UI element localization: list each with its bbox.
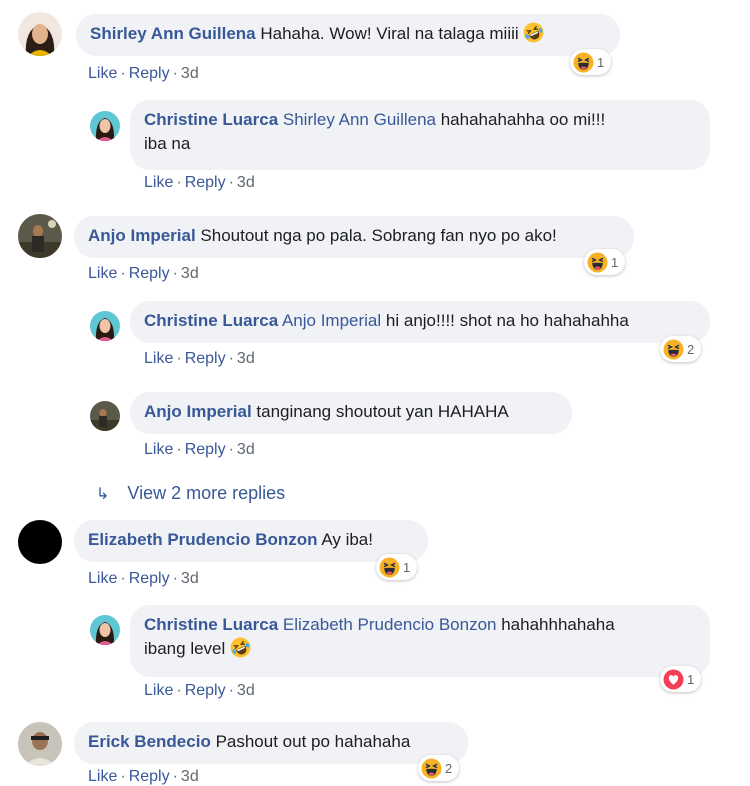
comment-author[interactable]: Elizabeth Prudencio Bonzon xyxy=(88,530,318,549)
like-button[interactable]: Like xyxy=(88,768,117,785)
reply-button[interactable]: Reply xyxy=(129,265,170,282)
comment-author[interactable]: Anjo Imperial xyxy=(88,226,196,245)
reaction-count[interactable]: 1 xyxy=(570,49,612,75)
reaction-count[interactable]: 2 xyxy=(418,755,460,781)
rofl-emoji-icon xyxy=(523,22,545,43)
comment-text: Pashout out po hahahaha xyxy=(215,732,411,751)
like-button[interactable]: Like xyxy=(144,441,173,458)
profile-photo xyxy=(18,214,62,258)
reply-button[interactable]: Reply xyxy=(185,350,226,367)
reaction-number: 1 xyxy=(611,254,619,270)
haha-reaction-icon xyxy=(421,757,442,779)
comment-bubble: Anjo Imperial Shoutout nga po pala. Sobr… xyxy=(74,216,634,258)
comment-author[interactable]: Christine Luarca xyxy=(144,311,278,330)
haha-reaction-icon xyxy=(573,51,594,73)
comment-text: Shoutout nga po pala. Sobrang fan nyo po… xyxy=(200,226,557,245)
profile-photo xyxy=(90,111,120,141)
haha-reaction-icon xyxy=(663,338,684,360)
reaction-number: 1 xyxy=(597,54,605,70)
reply-button[interactable]: Reply xyxy=(185,441,226,458)
comment-actions: Like · Reply · 3d xyxy=(88,570,199,587)
comment-text: hahahhhahaha xyxy=(501,615,615,634)
comment-author[interactable]: Christine Luarca xyxy=(144,110,278,129)
reply-button[interactable]: Reply xyxy=(129,65,170,82)
comment-bubble: Erick Bendecio Pashout out po hahahaha xyxy=(74,722,468,764)
timestamp[interactable]: 3d xyxy=(237,350,255,367)
reaction-count[interactable]: 2 xyxy=(660,336,702,362)
haha-reaction-icon xyxy=(587,251,608,273)
comment-actions: Like · Reply · 3d xyxy=(144,174,255,191)
rofl-emoji-icon xyxy=(230,637,252,658)
comment-actions: Like · Reply · 3d xyxy=(88,265,199,282)
mention-link[interactable]: Anjo Imperial xyxy=(282,311,381,330)
profile-photo xyxy=(90,401,120,431)
view-more-replies-link[interactable]: ↳ View 2 more replies xyxy=(96,483,285,504)
reaction-count[interactable]: 1 xyxy=(376,554,418,580)
avatar[interactable] xyxy=(90,401,120,431)
reply-button[interactable]: Reply xyxy=(185,682,226,699)
comment-author[interactable]: Shirley Ann Guillena xyxy=(90,24,256,43)
reply-button[interactable]: Reply xyxy=(185,174,226,191)
profile-photo xyxy=(18,12,62,56)
timestamp[interactable]: 3d xyxy=(181,265,199,282)
reaction-number: 1 xyxy=(403,559,411,575)
avatar[interactable] xyxy=(18,722,62,766)
like-button[interactable]: Like xyxy=(144,350,173,367)
like-button[interactable]: Like xyxy=(88,65,117,82)
mention-link[interactable]: Elizabeth Prudencio Bonzon xyxy=(283,615,497,634)
comment-author[interactable]: Christine Luarca xyxy=(144,615,278,634)
comment-text: ibang level xyxy=(144,639,226,658)
mention-link[interactable]: Shirley Ann Guillena xyxy=(283,110,436,129)
timestamp[interactable]: 3d xyxy=(237,682,255,699)
like-button[interactable]: Like xyxy=(144,174,173,191)
like-button[interactable]: Like xyxy=(88,570,117,587)
love-reaction-icon xyxy=(663,669,684,689)
timestamp[interactable]: 3d xyxy=(181,768,199,785)
like-button[interactable]: Like xyxy=(88,265,117,282)
reply-button[interactable]: Reply xyxy=(129,570,170,587)
avatar[interactable] xyxy=(90,615,120,645)
reaction-number: 1 xyxy=(687,671,695,687)
reaction-number: 2 xyxy=(445,760,453,776)
avatar[interactable] xyxy=(18,520,62,564)
comment-bubble: Elizabeth Prudencio Bonzon Ay iba! xyxy=(74,520,428,562)
reaction-count[interactable]: 1 xyxy=(660,666,702,692)
comment-text: tanginang shoutout yan HAHAHA xyxy=(256,402,509,421)
comment-text: hahahahahha oo mi!!! xyxy=(440,110,606,129)
reaction-number: 2 xyxy=(687,341,695,357)
comment-text: iba na xyxy=(144,134,191,153)
avatar[interactable] xyxy=(90,111,120,141)
avatar[interactable] xyxy=(18,214,62,258)
reply-bubble: Anjo Imperial tanginang shoutout yan HAH… xyxy=(130,392,572,434)
comment-bubble: Shirley Ann Guillena Hahaha. Wow! Viral … xyxy=(76,14,620,56)
comment-actions: Like · Reply · 3d xyxy=(144,441,255,458)
timestamp[interactable]: 3d xyxy=(237,174,255,191)
avatar[interactable] xyxy=(90,311,120,341)
comment-author[interactable]: Erick Bendecio xyxy=(88,732,211,751)
comment-actions: Like · Reply · 3d xyxy=(144,350,255,367)
comment-actions: Like · Reply · 3d xyxy=(144,682,255,699)
reply-button[interactable]: Reply xyxy=(129,768,170,785)
timestamp[interactable]: 3d xyxy=(181,65,199,82)
view-more-replies-label: View 2 more replies xyxy=(127,483,286,503)
like-button[interactable]: Like xyxy=(144,682,173,699)
timestamp[interactable]: 3d xyxy=(237,441,255,458)
reaction-count[interactable]: 1 xyxy=(584,249,626,275)
reply-bubble: Christine Luarca Anjo Imperial hi anjo!!… xyxy=(130,301,710,343)
reply-bubble: Christine Luarca Elizabeth Prudencio Bon… xyxy=(130,605,710,677)
comment-text: hi anjo!!!! shot na ho hahahahha xyxy=(385,311,629,330)
reply-arrow-icon: ↳ xyxy=(96,486,110,503)
profile-photo xyxy=(90,311,120,341)
reply-bubble: Christine Luarca Shirley Ann Guillena ha… xyxy=(130,100,710,170)
profile-photo xyxy=(90,615,120,645)
comment-actions: Like · Reply · 3d xyxy=(88,768,199,785)
comment-actions: Like · Reply · 3d xyxy=(88,65,199,82)
timestamp[interactable]: 3d xyxy=(181,570,199,587)
avatar[interactable] xyxy=(18,12,62,56)
comment-text: Hahaha. Wow! Viral na talaga miiii xyxy=(260,24,519,43)
comment-text: Ay iba! xyxy=(321,530,373,549)
comment-author[interactable]: Anjo Imperial xyxy=(144,402,252,421)
haha-reaction-icon xyxy=(379,556,400,578)
profile-photo xyxy=(18,722,62,766)
